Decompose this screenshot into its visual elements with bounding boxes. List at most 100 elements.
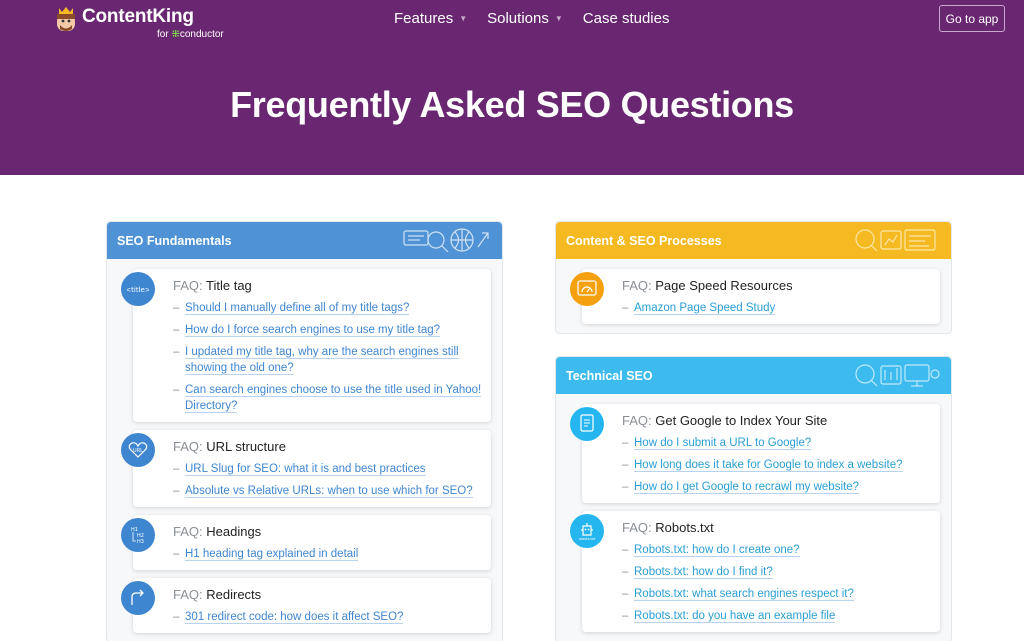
nav-features-label: Features bbox=[394, 10, 454, 27]
faq-link[interactable]: How long does it take for Google to inde… bbox=[634, 459, 903, 472]
faq-link[interactable]: Amazon Page Speed Study bbox=[634, 302, 776, 315]
list-item: Amazon Page Speed Study bbox=[622, 300, 932, 316]
conductor-mark-icon: ⁜ bbox=[171, 29, 180, 40]
section-title: SEO Fundamentals bbox=[117, 233, 232, 248]
logo-sub: for ⁜conductor bbox=[157, 30, 224, 40]
card-title: FAQ: Page Speed Resources bbox=[622, 278, 932, 294]
svg-text:URL: URL bbox=[133, 448, 143, 454]
list-item: Robots.txt: do you have an example file bbox=[622, 608, 932, 624]
faq-prefix: FAQ: bbox=[622, 413, 652, 428]
faq-link[interactable]: Should I manually define all of my title… bbox=[185, 302, 410, 315]
faq-link[interactable]: Robots.txt: do you have an example file bbox=[634, 610, 836, 623]
faq-card-redirects: FAQ: Redirects 301 redirect code: how do… bbox=[121, 578, 491, 633]
section-seo-fundamentals: SEO Fundamentals <title> FAQ: Title tag bbox=[106, 221, 503, 641]
card-title: FAQ: Redirects bbox=[173, 587, 483, 603]
chevron-down-icon: ▼ bbox=[459, 14, 468, 23]
right-column: Content & SEO Processes FAQ: Page Speed … bbox=[555, 221, 952, 641]
list-item: How long does it take for Google to inde… bbox=[622, 457, 932, 473]
faq-link[interactable]: Can search engines choose to use the tit… bbox=[185, 384, 482, 413]
faq-card-index-site: FAQ: Get Google to Index Your Site How d… bbox=[570, 404, 940, 503]
svg-text:robots.txt: robots.txt bbox=[579, 537, 596, 541]
section-content-processes: Content & SEO Processes FAQ: Page Speed … bbox=[555, 221, 952, 334]
faq-prefix: FAQ: bbox=[622, 520, 652, 535]
list-item: Robots.txt: what search engines respect … bbox=[622, 586, 932, 602]
logo-sub-brand: conductor bbox=[179, 29, 224, 40]
logo[interactable]: ContentKing for ⁜conductor bbox=[54, 5, 224, 40]
faq-card-page-speed: FAQ: Page Speed Resources Amazon Page Sp… bbox=[570, 269, 940, 324]
faq-link[interactable]: Robots.txt: how do I find it? bbox=[634, 566, 773, 579]
robots-txt-icon: robots.txt bbox=[570, 514, 604, 548]
card-title: FAQ: Headings bbox=[173, 524, 483, 540]
section-technical-seo: Technical SEO FAQ: Get Google to Index Y… bbox=[555, 356, 952, 641]
page-speed-icon bbox=[570, 272, 604, 306]
faq-link[interactable]: How do I get Google to recrawl my websit… bbox=[634, 481, 859, 494]
faq-link[interactable]: Robots.txt: what search engines respect … bbox=[634, 588, 854, 601]
card-title: FAQ: Title tag bbox=[173, 278, 483, 294]
logo-sub-prefix: for bbox=[157, 29, 169, 40]
faq-link[interactable]: How do I submit a URL to Google? bbox=[634, 437, 812, 450]
card-title-text: Page Speed Resources bbox=[655, 278, 793, 293]
card-title-text: Robots.txt bbox=[655, 520, 714, 535]
card-title-text: Get Google to Index Your Site bbox=[655, 413, 828, 428]
faq-link[interactable]: Absolute vs Relative URLs: when to use w… bbox=[185, 485, 473, 498]
faq-card-headings: H1H2H3 FAQ: Headings H1 heading tag expl… bbox=[121, 515, 491, 570]
faq-link[interactable]: URL Slug for SEO: what it is and best pr… bbox=[185, 463, 426, 476]
faq-prefix: FAQ: bbox=[173, 278, 203, 293]
card-title-text: Headings bbox=[206, 524, 262, 539]
faq-card-robots-txt: robots.txt FAQ: Robots.txt Robots.txt: h… bbox=[570, 511, 940, 632]
svg-text:<title>: <title> bbox=[127, 286, 149, 294]
faq-prefix: FAQ: bbox=[622, 278, 652, 293]
left-column: SEO Fundamentals <title> FAQ: Title tag bbox=[106, 221, 503, 641]
card-title: FAQ: URL structure bbox=[173, 439, 483, 455]
nav-case-studies[interactable]: Case studies bbox=[583, 10, 670, 28]
list-item: How do I submit a URL to Google? bbox=[622, 435, 932, 451]
list-item: URL Slug for SEO: what it is and best pr… bbox=[173, 461, 483, 477]
index-icon bbox=[570, 407, 604, 441]
page-title: Frequently Asked SEO Questions bbox=[230, 84, 794, 125]
redirects-icon bbox=[121, 581, 155, 615]
faq-link[interactable]: H1 heading tag explained in detail bbox=[185, 548, 359, 561]
section-header: Content & SEO Processes bbox=[556, 222, 951, 259]
section-title: Content & SEO Processes bbox=[566, 233, 722, 248]
nav-solutions-label: Solutions bbox=[487, 10, 549, 27]
list-item: How do I get Google to recrawl my websit… bbox=[622, 479, 932, 495]
nav-solutions[interactable]: Solutions ▼ bbox=[487, 10, 563, 28]
faq-prefix: FAQ: bbox=[173, 587, 203, 602]
card-title-text: URL structure bbox=[206, 439, 286, 454]
faq-card-url-structure: URL FAQ: URL structure URL Slug for SEO:… bbox=[121, 430, 491, 507]
faq-card-title-tag: <title> FAQ: Title tag Should I manually… bbox=[121, 269, 491, 422]
main-nav: Features ▼ Solutions ▼ Case studies bbox=[394, 10, 689, 28]
list-item: Absolute vs Relative URLs: when to use w… bbox=[173, 483, 483, 499]
card-title-text: Title tag bbox=[206, 278, 252, 293]
section-title: Technical SEO bbox=[566, 368, 653, 383]
nav-case-studies-label: Case studies bbox=[582, 10, 670, 27]
card-title-text: Redirects bbox=[206, 587, 262, 602]
faq-link[interactable]: I updated my title tag, why are the sear… bbox=[185, 346, 459, 375]
logo-mascot-icon bbox=[54, 5, 78, 33]
headings-icon: H1 H2 H3 bbox=[121, 518, 155, 552]
url-structure-icon: URL bbox=[121, 433, 155, 467]
list-item: Should I manually define all of my title… bbox=[173, 300, 483, 316]
list-item: How do I force search engines to use my … bbox=[173, 322, 483, 338]
technical-seo-illustration-icon bbox=[855, 364, 940, 387]
faq-link[interactable]: Robots.txt: how do I create one? bbox=[634, 544, 800, 557]
go-to-app-button[interactable]: Go to app bbox=[939, 5, 1005, 32]
faq-link[interactable]: How do I force search engines to use my … bbox=[185, 324, 441, 337]
content-processes-illustration-icon bbox=[855, 229, 936, 252]
section-header: Technical SEO bbox=[556, 357, 951, 394]
list-item: I updated my title tag, why are the sear… bbox=[173, 344, 483, 376]
faq-prefix: FAQ: bbox=[173, 524, 203, 539]
list-item: Robots.txt: how do I find it? bbox=[622, 564, 932, 580]
list-item: H1 heading tag explained in detail bbox=[173, 546, 483, 562]
svg-text:H3: H3 bbox=[137, 539, 144, 545]
faq-link[interactable]: 301 redirect code: how does it affect SE… bbox=[185, 611, 404, 624]
list-item: Robots.txt: how do I create one? bbox=[622, 542, 932, 558]
section-header: SEO Fundamentals bbox=[107, 222, 502, 259]
seo-fundamentals-illustration-icon bbox=[403, 228, 489, 253]
card-title: FAQ: Robots.txt bbox=[622, 520, 932, 536]
hero-header: ContentKing for ⁜conductor Features ▼ Sol… bbox=[0, 0, 1024, 175]
chevron-down-icon: ▼ bbox=[554, 14, 563, 23]
list-item: 301 redirect code: how does it affect SE… bbox=[173, 609, 483, 625]
card-title: FAQ: Get Google to Index Your Site bbox=[622, 413, 932, 429]
nav-features[interactable]: Features ▼ bbox=[394, 10, 467, 28]
